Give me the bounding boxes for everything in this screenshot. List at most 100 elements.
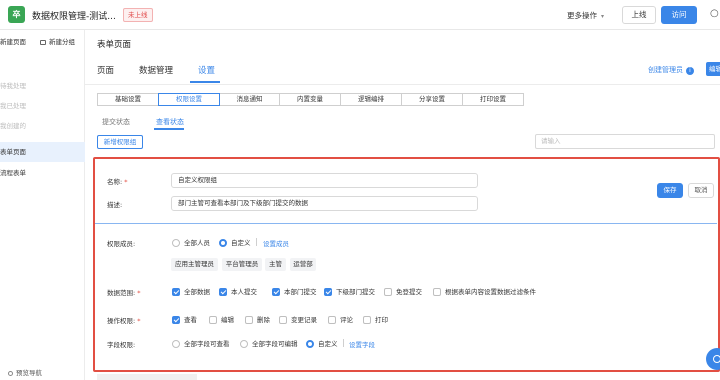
view-tab-indicator (154, 128, 184, 130)
sidebar: 新建页面 新建分组 待我处理 我已处理 我创建的 抄送我的 表单页面 流程表单 … (0, 30, 85, 380)
tab-view-status[interactable]: 查看状态 (156, 117, 184, 127)
scope-option-all[interactable]: 全部数据 (172, 286, 210, 296)
more-ops-dropdown[interactable]: 更多操作 ▾ (567, 10, 604, 21)
close-icon[interactable]: ○ (710, 8, 719, 19)
sidebar-item-created[interactable]: 我创建的 (0, 116, 85, 136)
new-page-button[interactable]: 新建页面 (0, 36, 26, 46)
radio-icon (172, 340, 180, 348)
scope-option-label: 免登提交 (396, 288, 422, 296)
tabs-divider (85, 84, 720, 85)
checkbox-icon (209, 316, 217, 324)
ops-option-view[interactable]: 查看 (172, 314, 197, 324)
member-tag: 平台管理员 (222, 258, 262, 271)
member-tag: 主管 (265, 258, 286, 271)
checkbox-icon (328, 316, 336, 324)
preview-nav-label: 预览导航 (16, 369, 42, 377)
create-admin-link[interactable]: 创建管理员 i (648, 65, 694, 75)
set-fields-link[interactable]: 设置字段 (349, 339, 375, 349)
name-input[interactable]: 自定义权限组 (171, 173, 478, 188)
scope-option-label: 根据表单内容设置数据过滤条件 (445, 288, 536, 296)
page-title: 表单页面 (97, 40, 132, 50)
scope-option-subdept[interactable]: 下级部门提交 (324, 286, 375, 296)
subtab-permissions[interactable]: 权限设置 (158, 93, 220, 106)
members-option-custom-label: 自定义 (231, 239, 251, 247)
scope-option-label: 下级部门提交 (336, 288, 375, 296)
visit-button[interactable]: 访问 (661, 6, 697, 24)
members-option-all[interactable]: 全部人员 (172, 237, 210, 247)
info-icon: i (686, 67, 694, 75)
folder-icon (40, 40, 46, 45)
ops-option-label: 删除 (257, 316, 270, 324)
fields-option-label: 全部字段可编辑 (252, 340, 298, 348)
fields-option-label: 全部字段可查看 (184, 340, 230, 348)
ops-option-comment[interactable]: 评论 (328, 314, 353, 324)
checkbox-icon (433, 288, 441, 296)
cancel-button[interactable]: 取消 (688, 183, 714, 198)
fields-option-custom[interactable]: 自定义 (306, 338, 338, 348)
chevron-down-icon: ▾ (601, 13, 605, 20)
online-button[interactable]: 上线 (622, 6, 656, 24)
fields-label: 字段权限: (107, 341, 136, 349)
app-logo[interactable]: 卒 (8, 6, 25, 23)
radio-checked-icon (219, 239, 227, 247)
checkbox-checked-icon (219, 288, 227, 296)
sidebar-item-done[interactable]: 我已处理 (0, 96, 85, 116)
set-members-link[interactable]: 设置成员 (263, 238, 289, 248)
tab-settings[interactable]: 设置 (198, 64, 215, 76)
scope-option-label: 本人提交 (231, 288, 257, 296)
subtab-share[interactable]: 分享设置 (401, 93, 463, 106)
subtab-variables[interactable]: 内置变量 (279, 93, 341, 106)
sidebar-item-form-page[interactable]: 表单页面 (0, 142, 85, 162)
required-mark: * (137, 289, 141, 297)
checkbox-icon (384, 288, 392, 296)
add-permission-group-button[interactable]: 新增权限组 (97, 135, 143, 149)
ops-option-label: 打印 (375, 316, 388, 324)
description-input[interactable]: 部门主管可查看本部门及下级部门提交的数据 (171, 196, 478, 211)
ops-option-label: 评论 (340, 316, 353, 324)
sidebar-item-process-form[interactable]: 流程表单 (0, 163, 85, 183)
member-tag: 运营部 (290, 258, 316, 271)
checkbox-checked-icon (272, 288, 280, 296)
more-ops-label: 更多操作 (567, 11, 597, 20)
tab-submit-status[interactable]: 提交状态 (102, 117, 130, 127)
subtab-print[interactable]: 打印设置 (462, 93, 524, 106)
save-button[interactable]: 保存 (657, 183, 683, 198)
settings-subtabs: 基础设置 权限设置 消息通知 内置变量 逻辑编排 分享设置 打印设置 (97, 93, 524, 106)
preview-nav[interactable]: 预览导航 (8, 367, 42, 377)
fields-option-edit-all[interactable]: 全部字段可编辑 (240, 338, 298, 348)
fields-option-label: 自定义 (318, 340, 338, 348)
new-group-button[interactable]: 新建分组 (40, 36, 75, 46)
tab-data-management[interactable]: 数据管理 (139, 64, 173, 76)
scope-option-dept[interactable]: 本部门提交 (272, 286, 317, 296)
edit-button[interactable]: 编辑 (706, 62, 720, 76)
ops-option-history[interactable]: 变更记录 (279, 314, 317, 324)
create-admin-label: 创建管理员 (648, 66, 683, 74)
scope-option-nologin[interactable]: 免登提交 (384, 286, 422, 296)
checkbox-icon (363, 316, 371, 324)
subtab-logic[interactable]: 逻辑编排 (340, 93, 402, 106)
ops-option-print[interactable]: 打印 (363, 314, 388, 324)
search-input[interactable]: 请输入 (535, 134, 715, 149)
ops-option-edit[interactable]: 编辑 (209, 314, 234, 324)
panel-divider (95, 223, 717, 224)
fields-option-view-all[interactable]: 全部字段可查看 (172, 338, 230, 348)
subtab-basic[interactable]: 基础设置 (97, 93, 159, 106)
checkbox-icon (245, 316, 253, 324)
member-tag: 应用主管理员 (171, 258, 218, 271)
status-badge: 未上线 (123, 8, 153, 22)
ops-option-delete[interactable]: 删除 (245, 314, 270, 324)
members-option-custom[interactable]: 自定义 (219, 237, 251, 247)
name-label-text: 名称: (107, 178, 123, 186)
scope-option-self[interactable]: 本人提交 (219, 286, 257, 296)
scope-option-filter[interactable]: 根据表单内容设置数据过滤条件 (433, 286, 536, 296)
subtab-notifications[interactable]: 消息通知 (219, 93, 280, 106)
checkbox-checked-icon (172, 288, 180, 296)
radio-icon (240, 340, 248, 348)
ops-label: 操作权限: * (107, 315, 140, 325)
checkbox-icon (279, 316, 287, 324)
sidebar-item-todo[interactable]: 待我处理 (0, 76, 85, 96)
name-label: 名称: * (107, 176, 127, 186)
help-icon (713, 355, 720, 363)
tab-page[interactable]: 页面 (97, 64, 114, 76)
members-label: 权限成员: (107, 240, 136, 248)
